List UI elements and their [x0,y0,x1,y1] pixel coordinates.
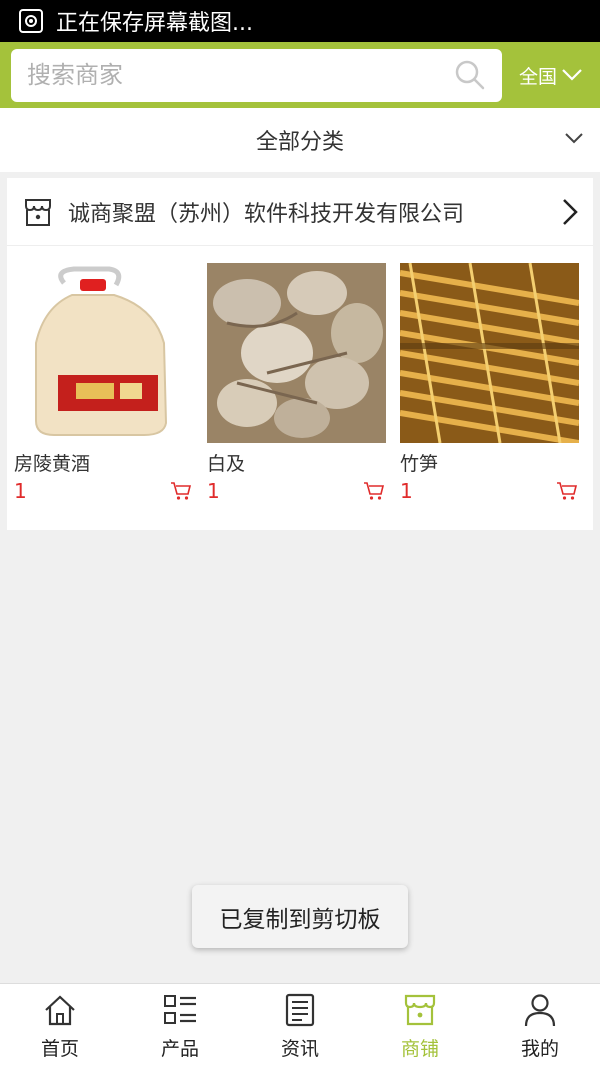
nav-label: 首页 [40,1038,79,1060]
product-name: 房陵黄酒 [14,453,91,475]
shop-name: 诚商聚盟（苏州）软件科技开发有限公司 [68,201,465,227]
nav-label: 商铺 [400,1038,439,1060]
nav-products[interactable]: 产品 [120,984,240,1067]
shop-header[interactable]: 诚商聚盟（苏州）软件科技开发有限公司 [7,178,593,246]
nav-profile[interactable]: 我的 [480,984,600,1067]
product-price: 1 [207,479,220,503]
status-bar: 正在保存屏幕截图... [0,0,600,42]
nav-home[interactable]: 首页 [0,984,120,1067]
product-price: 1 [14,479,27,503]
product-image-yellow-wine[interactable] [14,263,193,443]
product-price: 1 [400,479,413,503]
search-header: 全国 [0,42,600,108]
nav-label: 我的 [520,1038,559,1060]
cart-icon[interactable] [363,481,385,501]
chevron-right-icon [563,199,578,225]
store-icon [404,994,436,1026]
product-card[interactable]: 竹笋 1 [400,263,580,505]
search-box[interactable] [11,48,502,102]
bottom-nav: 首页 产品 资讯 商铺 我的 [0,983,600,1067]
chevron-down-icon [562,69,582,81]
category-filter[interactable]: 全部分类 [0,108,600,172]
nav-label: 产品 [160,1038,199,1060]
search-icon[interactable] [454,59,486,91]
search-input[interactable] [27,61,427,89]
store-icon [25,198,51,226]
shop-card: 诚商聚盟（苏州）软件科技开发有限公司 房陵黄酒 1 白及 1 竹笋 1 [7,178,593,530]
region-selector[interactable]: 全国 [502,62,600,89]
region-label: 全国 [518,65,557,88]
product-card[interactable]: 白及 1 [207,263,387,505]
product-card[interactable]: 房陵黄酒 1 [14,263,194,505]
product-list: 房陵黄酒 1 白及 1 竹笋 1 [7,246,593,505]
status-text: 正在保存屏幕截图... [56,11,253,36]
category-label: 全部分类 [255,130,344,155]
nav-label: 资讯 [280,1038,319,1060]
cart-icon[interactable] [170,481,192,501]
screenshot-icon [19,9,43,33]
product-image-bletilla[interactable] [207,263,386,443]
toast-message: 已复制到剪切板 [192,885,408,948]
product-name: 竹笋 [400,453,439,475]
nav-store[interactable]: 商铺 [360,984,480,1067]
product-name: 白及 [207,453,246,475]
user-icon [524,994,556,1027]
product-list-icon [164,995,196,1024]
product-image-bamboo-shoots[interactable] [400,263,579,443]
news-icon [285,993,315,1027]
cart-icon[interactable] [556,481,578,501]
nav-news[interactable]: 资讯 [240,984,360,1067]
home-icon [45,995,75,1026]
chevron-down-icon [565,133,583,144]
